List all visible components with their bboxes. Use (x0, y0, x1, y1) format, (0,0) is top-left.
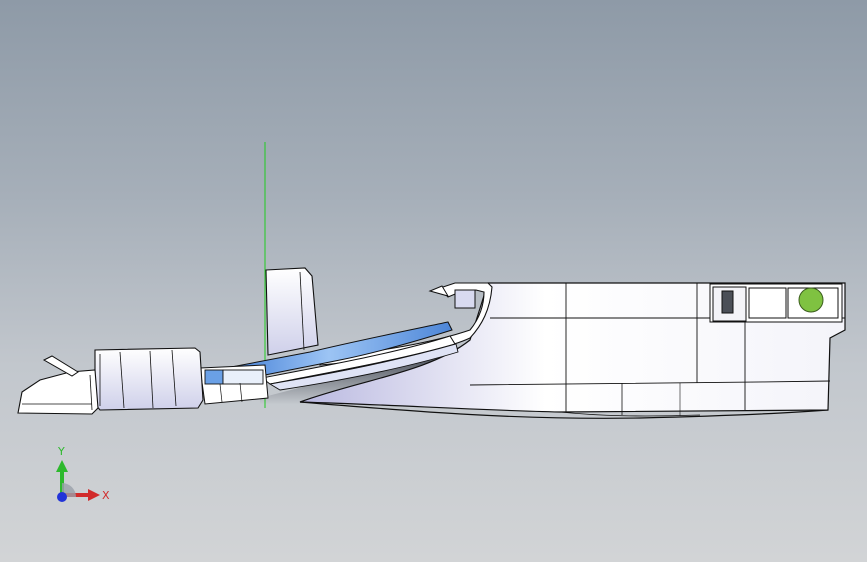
x-axis-label: X (102, 489, 110, 502)
y-axis-label: Y (57, 445, 65, 458)
z-axis-dot-icon (57, 492, 67, 502)
vertical-post[interactable] (265, 267, 319, 356)
x-axis-arrow-icon (88, 489, 100, 501)
coordinate-triad: Y X (56, 445, 110, 502)
left-box[interactable] (94, 347, 204, 411)
middle-tray[interactable] (199, 364, 269, 405)
left-plate[interactable] (17, 355, 99, 415)
end-feature-panel[interactable] (709, 283, 843, 323)
green-marker-icon[interactable] (798, 287, 824, 313)
model-canvas[interactable]: Y X (0, 0, 867, 562)
graphics-viewport[interactable]: Y X (0, 0, 867, 562)
y-axis-arrow-icon (56, 460, 68, 472)
